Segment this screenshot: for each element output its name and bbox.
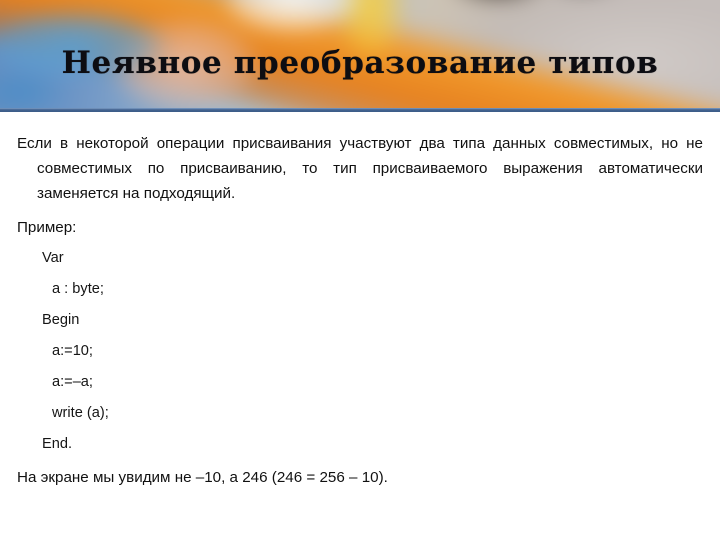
code-line-begin: Begin	[42, 312, 80, 328]
code-block: Var a : byte; Begin a:=10; a:=–a; write …	[17, 243, 703, 460]
code-line-negate-a: a:=–a;	[52, 374, 93, 390]
code-line-write-a: write (a);	[52, 405, 109, 421]
slide-header-banner: Неявное преобразование типов	[0, 0, 720, 111]
example-label: Пример:	[17, 219, 77, 236]
slide-body: Если в некоторой операции присваивания у…	[0, 111, 720, 540]
code-line-assign-10: a:=10;	[52, 343, 93, 359]
code-line-var: Var	[42, 250, 64, 266]
conclusion-text: На экране мы увидим не –10, а 246 (246 =…	[17, 469, 388, 486]
code-line-declare-a: a : byte;	[52, 281, 104, 297]
intro-paragraph: Если в некоторой операции присваивания у…	[17, 135, 703, 202]
code-line-end: End.	[42, 436, 73, 452]
presentation-slide: Неявное преобразование типов Если в неко…	[0, 0, 720, 540]
page-title: Неявное преобразование типов	[61, 45, 659, 81]
